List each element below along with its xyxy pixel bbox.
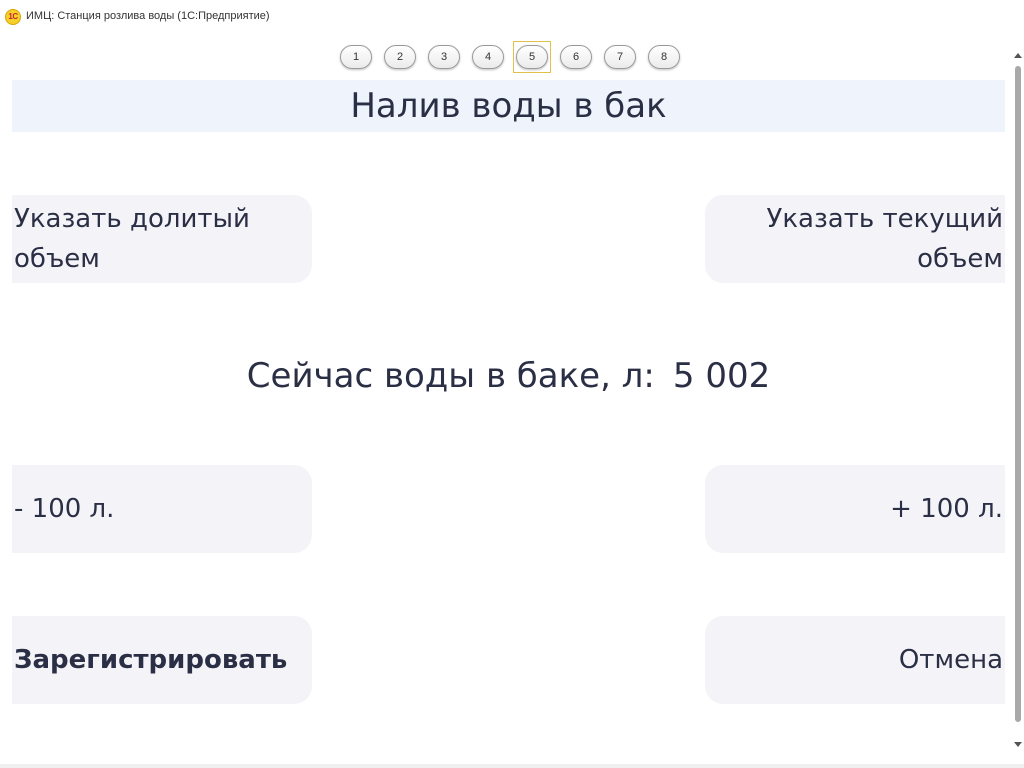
scrollbar-thumb[interactable] [1015, 66, 1021, 722]
page-button-2[interactable]: 2 [384, 45, 416, 69]
set-current-volume-label: Указать текущий объем [766, 204, 1004, 274]
page-button-4[interactable]: 4 [472, 45, 504, 69]
window-title: ИМЦ: Станция розлива воды (1С:Предприяти… [26, 10, 270, 22]
set-added-volume-label: Указать долитый объем [14, 204, 250, 274]
scroll-down-icon[interactable] [1014, 742, 1022, 747]
cancel-button[interactable]: Отмена [705, 616, 1005, 704]
water-level-label: Сейчас воды в баке, л: [246, 356, 655, 396]
page-slot-8: 8 [645, 43, 683, 73]
water-level-display: Сейчас воды в баке, л: 5 002 [12, 346, 1005, 406]
bottom-divider [0, 764, 1024, 768]
page-button-3[interactable]: 3 [428, 45, 460, 69]
set-current-volume-button[interactable]: Указать текущий объем [705, 195, 1005, 283]
page-slot-3: 3 [425, 43, 463, 73]
page-button-5[interactable]: 5 [516, 45, 548, 69]
minus-100-button[interactable]: - 100 л. [12, 465, 312, 553]
register-button[interactable]: Зарегистрировать [12, 616, 312, 704]
page-button-6[interactable]: 6 [560, 45, 592, 69]
app-window: 1C ИМЦ: Станция розлива воды (1С:Предпри… [0, 0, 1024, 768]
vertical-scrollbar[interactable] [1012, 50, 1024, 756]
page-slot-6: 6 [557, 43, 595, 73]
page-slot-2: 2 [381, 43, 419, 73]
page-header: Налив воды в бак [12, 80, 1005, 132]
page-button-8[interactable]: 8 [648, 45, 680, 69]
scroll-up-icon[interactable] [1014, 53, 1022, 58]
page-button-7[interactable]: 7 [604, 45, 636, 69]
page-selector: 1 2 3 4 5 6 7 8 [337, 41, 683, 73]
page-title: Налив воды в бак [350, 86, 667, 126]
title-bar: 1C ИМЦ: Станция розлива воды (1С:Предпри… [0, 0, 1024, 34]
page-button-1[interactable]: 1 [340, 45, 372, 69]
water-level-value: 5 002 [672, 356, 771, 396]
plus-100-label: + 100 л. [890, 494, 1003, 524]
1c-logo-icon: 1C [5, 9, 21, 25]
page-slot-1: 1 [337, 43, 375, 73]
page-slot-5-active: 5 [513, 41, 551, 73]
cancel-label: Отмена [898, 645, 1003, 675]
register-label: Зарегистрировать [14, 645, 288, 675]
minus-100-label: - 100 л. [14, 494, 115, 524]
page-slot-4: 4 [469, 43, 507, 73]
set-added-volume-button[interactable]: Указать долитый объем [12, 195, 312, 283]
page-slot-7: 7 [601, 43, 639, 73]
plus-100-button[interactable]: + 100 л. [705, 465, 1005, 553]
